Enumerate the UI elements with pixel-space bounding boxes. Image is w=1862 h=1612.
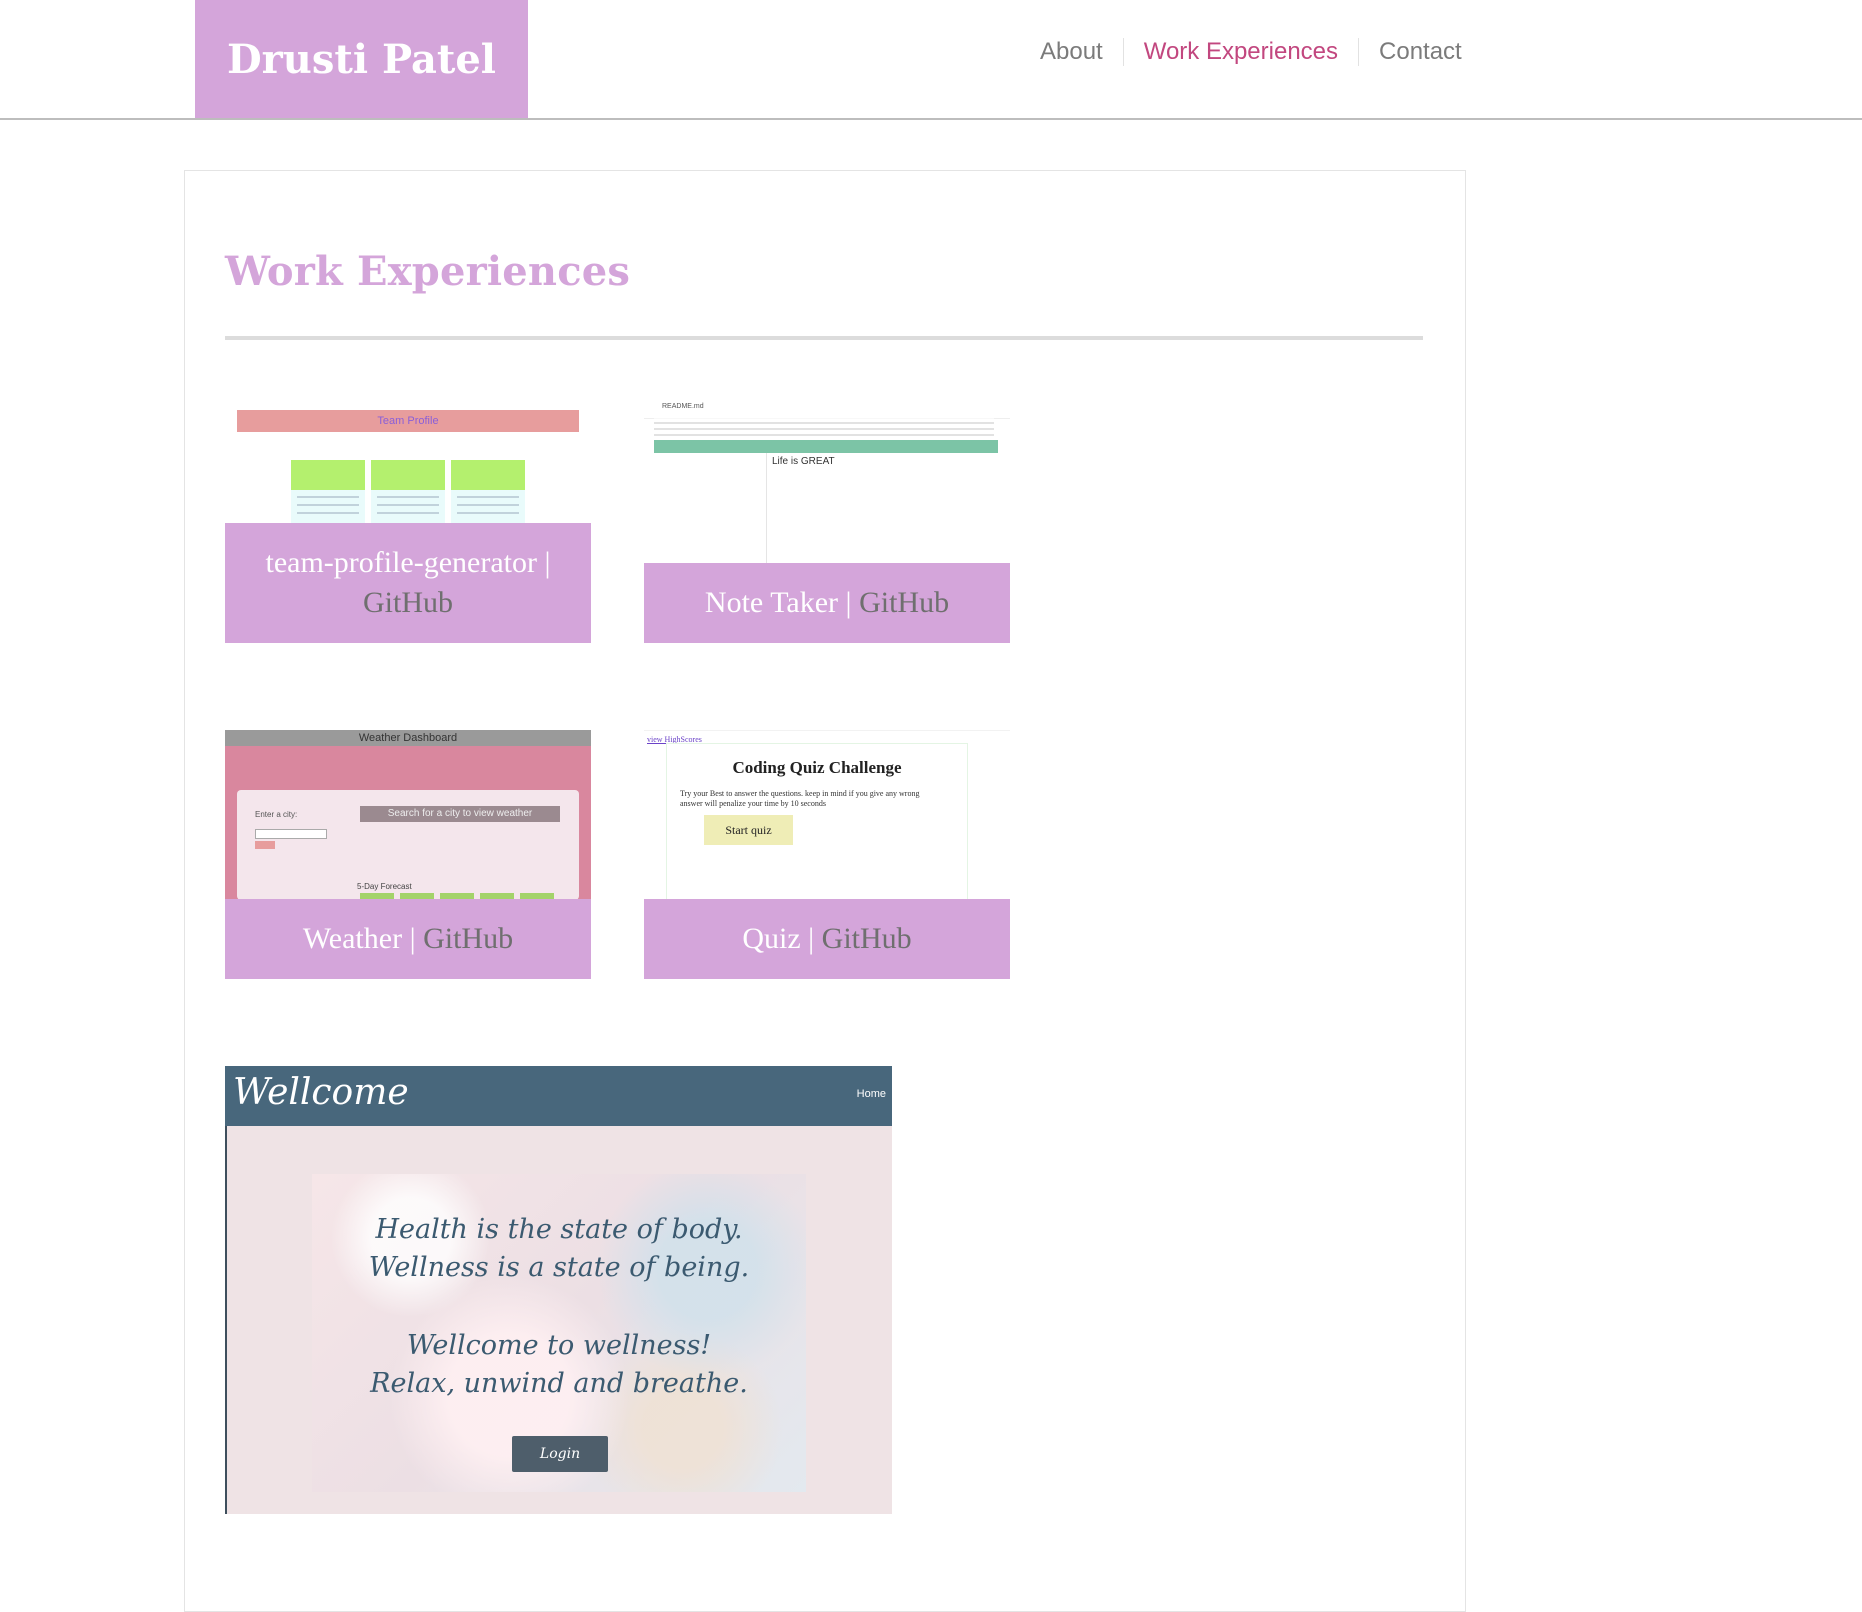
- project-caption: team-profile-generator | GitHub: [225, 523, 591, 643]
- thumb-input: [255, 829, 327, 839]
- project-link[interactable]: team-profile-generator: [265, 546, 537, 579]
- project-link[interactable]: Weather: [303, 922, 402, 955]
- wellness-quote-line: Wellness is a state of being.: [368, 1252, 750, 1283]
- wellness-border: [225, 1126, 227, 1514]
- nav-contact[interactable]: Contact: [1359, 34, 1482, 70]
- thumb-quiz-text: Try your Best to answer the questions. k…: [680, 789, 920, 808]
- caption-separator: |: [544, 546, 551, 579]
- project-screenshot: README.md Life is GREAT: [644, 400, 1010, 563]
- project-tile-note-taker[interactable]: README.md Life is GREAT Note Taker | Git…: [644, 400, 1010, 643]
- thumb-search-button: [255, 841, 275, 849]
- project-caption: Quiz | GitHub: [644, 899, 1010, 979]
- thumb-header: Weather Dashboard: [225, 730, 591, 746]
- project-screenshot: Team Profile: [225, 400, 591, 540]
- wellness-quote-line: Wellcome to wellness!: [406, 1330, 712, 1361]
- wellness-quote-line: Relax, unwind and breathe.: [370, 1368, 748, 1399]
- thumb-file-name: README.md: [662, 403, 704, 410]
- thumb-enter-city: Enter a city:: [255, 810, 298, 819]
- wellness-brand: Wellcome: [233, 1072, 409, 1113]
- thumb-nav-bar: [654, 440, 998, 453]
- project-link[interactable]: Quiz: [742, 922, 800, 955]
- thumb-card: [291, 460, 365, 530]
- project-link[interactable]: Note Taker: [705, 586, 838, 619]
- caption-separator: |: [409, 922, 416, 955]
- logo-box[interactable]: Drusti Patel: [195, 0, 528, 118]
- thumb-file-header: README.md: [644, 400, 1010, 419]
- site-header: Drusti Patel About Work Experiences Cont…: [0, 0, 1862, 120]
- project-tile-quiz[interactable]: view HighScores Coding Quiz Challenge Tr…: [644, 730, 1010, 979]
- project-tile-weather[interactable]: Weather Dashboard Enter a city: Search f…: [225, 730, 591, 979]
- project-caption: Note Taker | GitHub: [644, 563, 1010, 643]
- section-title: Work Experiences: [225, 248, 631, 295]
- github-link[interactable]: GitHub: [859, 586, 949, 619]
- thumb-forecast-label: 5-Day Forecast: [357, 882, 412, 891]
- project-tile-team-profile[interactable]: Team Profile team-profile-generator | Gi…: [225, 400, 591, 643]
- project-caption: Weather | GitHub: [225, 899, 591, 979]
- wellness-project-screenshot[interactable]: Wellcome Home Health is the state of bod…: [225, 1066, 892, 1514]
- project-screenshot: Weather Dashboard Enter a city: Search f…: [225, 730, 591, 900]
- site-name[interactable]: Drusti Patel: [227, 36, 496, 83]
- wellness-hero-image: Health is the state of body. Wellness is…: [312, 1174, 806, 1492]
- wellness-login-button: Login: [512, 1436, 608, 1472]
- thumb-note-title: Life is GREAT: [772, 456, 835, 467]
- title-divider: [225, 336, 1423, 340]
- nav-about[interactable]: About: [1020, 34, 1123, 70]
- github-link[interactable]: GitHub: [822, 922, 912, 955]
- wellness-quote-line: Health is the state of body.: [375, 1214, 743, 1245]
- project-screenshot: view HighScores Coding Quiz Challenge Tr…: [644, 730, 1010, 903]
- thumb-card: [371, 460, 445, 530]
- caption-separator: |: [845, 586, 852, 619]
- thumb-search-banner: Search for a city to view weather: [360, 806, 560, 822]
- thumb-start-button: Start quiz: [704, 815, 793, 845]
- caption-separator: |: [808, 922, 815, 955]
- github-link[interactable]: GitHub: [423, 922, 513, 955]
- thumb-text-lines: [654, 418, 994, 442]
- thumb-divider: [766, 453, 767, 563]
- thumb-header: Team Profile: [237, 410, 579, 432]
- wellness-navbar: Wellcome Home: [225, 1066, 892, 1126]
- nav-work-experiences[interactable]: Work Experiences: [1124, 34, 1358, 70]
- thumb-card: [451, 460, 525, 530]
- wellness-home-link: Home: [856, 1088, 886, 1100]
- github-link[interactable]: GitHub: [363, 586, 453, 619]
- main-nav: About Work Experiences Contact: [1020, 34, 1482, 70]
- thumb-quiz-title: Coding Quiz Challenge: [732, 758, 902, 777]
